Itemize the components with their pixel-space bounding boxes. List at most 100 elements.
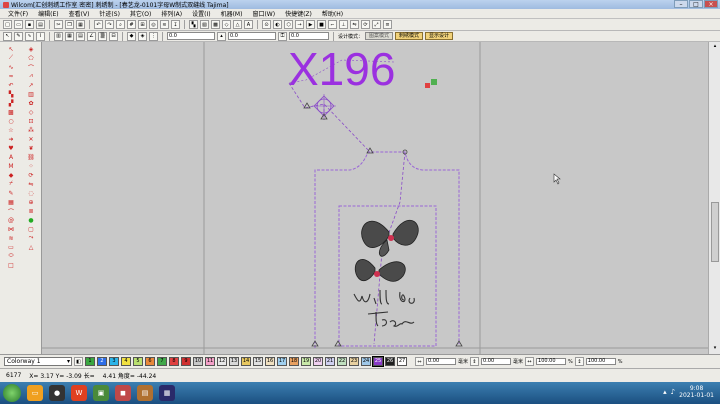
pencil-icon[interactable]: ✎ [14, 31, 23, 41]
cut-icon[interactable]: ✂ [54, 20, 63, 29]
undo-icon[interactable]: ↶ [94, 20, 103, 29]
new-file-icon[interactable]: □ [3, 20, 12, 29]
rotation-field[interactable]: 0.0 [289, 32, 329, 40]
text-tool-icon[interactable]: A [5, 153, 17, 161]
spin-up-icon[interactable]: ▴ [217, 31, 226, 41]
weave-tool-icon[interactable]: ⋈ [5, 225, 17, 233]
applique-icon[interactable]: △ [233, 20, 242, 29]
scale-icon[interactable]: ⤢ [372, 20, 381, 29]
butterfly-bottom[interactable] [354, 259, 406, 282]
color-swatch-12[interactable]: 12 [217, 357, 227, 366]
offset-x-icon[interactable]: ⇔ [415, 357, 424, 366]
border-tool-icon[interactable]: ▭ [5, 243, 17, 251]
backstitch-tool-icon[interactable]: ↶ [5, 81, 17, 89]
tatami-icon[interactable]: ▩ [211, 20, 220, 29]
menu-other[interactable]: 其它(O) [130, 9, 151, 18]
star-tool-icon[interactable]: ☆ [5, 126, 17, 134]
measure-icon[interactable]: ⊞ [138, 20, 147, 29]
complex-fill-tool-icon[interactable]: ▩ [5, 108, 17, 116]
scale-x-icon[interactable]: ↔ [525, 357, 535, 366]
paste-icon[interactable]: ▦ [76, 20, 85, 29]
menu-file[interactable]: 文件(F) [8, 9, 28, 18]
scroll-down-icon[interactable]: ▾ [711, 345, 719, 353]
color-swatch-5[interactable]: 5 [133, 357, 143, 366]
stitch-angle-icon[interactable]: ∠ [87, 31, 96, 41]
frame-tool-icon[interactable]: ▢ [25, 225, 37, 233]
chain-tool-icon[interactable]: ⛓ [25, 153, 37, 161]
menu-machine[interactable]: 机器(M) [221, 9, 243, 18]
feather-tool-icon[interactable]: ❦ [25, 144, 37, 152]
menu-view[interactable]: 查看(V) [69, 9, 90, 18]
rotate-icon[interactable]: ⟳ [361, 20, 370, 29]
offset-y-icon[interactable]: ⇕ [470, 357, 480, 366]
color-swatch-18[interactable]: 18 [289, 357, 299, 366]
color-swatch-9[interactable]: 9 [181, 357, 191, 366]
cross-tool-icon[interactable]: ✕ [25, 135, 37, 143]
color-swatch-1[interactable]: 1 [85, 357, 95, 366]
monogram-tool-icon[interactable]: M [5, 162, 17, 170]
lettering-handle-red[interactable] [425, 83, 430, 88]
colorway-select[interactable]: Colorway 1 [4, 357, 72, 366]
stop-icon[interactable]: ■ [317, 20, 326, 29]
wave-tool-icon[interactable]: ≋ [5, 234, 17, 242]
circle-tool-icon[interactable]: ○ [5, 117, 17, 125]
lettering-handle[interactable] [431, 79, 437, 85]
merge-tool-icon[interactable]: ⊕ [25, 198, 37, 206]
knife-tool-icon[interactable]: ⌿ [5, 180, 17, 188]
print-icon[interactable]: ▤ [36, 20, 45, 29]
layer-tool-icon[interactable]: ≣ [25, 207, 37, 215]
menu-shortcuts[interactable]: 快捷键(Z) [285, 9, 312, 18]
scroll-up-icon[interactable]: ▴ [711, 43, 719, 51]
color-swatch-14[interactable]: 14 [241, 357, 251, 366]
color-select-icon[interactable]: ◐ [273, 20, 282, 29]
needle-icon[interactable]: ↧ [171, 20, 180, 29]
reshape-icon[interactable]: ◈ [138, 31, 147, 41]
color-swatch-15[interactable]: 15 [253, 357, 263, 366]
lock-ratio-icon[interactable]: ⚿ [278, 31, 287, 41]
design-lettering[interactable]: X196 [288, 43, 395, 95]
redo-icon[interactable]: ↷ [105, 20, 114, 29]
color-swatch-24[interactable]: 24 [361, 357, 371, 366]
save-icon[interactable]: ▪ [25, 20, 34, 29]
color-swatch-4[interactable]: 4 [121, 357, 131, 366]
break-icon[interactable]: ⋮ [149, 31, 158, 41]
outline-icon[interactable]: ◇ [222, 20, 231, 29]
color-swatch-16[interactable]: 16 [265, 357, 275, 366]
pattern-mode-button[interactable]: 图案模式 [365, 32, 394, 40]
show-design-button[interactable]: 显示设计 [425, 32, 454, 40]
line-style-icon[interactable]: ⌇ [36, 31, 45, 41]
node-edit-icon[interactable]: ◆ [127, 31, 136, 41]
offset-tool-icon[interactable]: ⊡ [25, 117, 37, 125]
hoop-icon[interactable]: ◎ [149, 20, 158, 29]
color-swatch-2[interactable]: 2 [97, 357, 107, 366]
trim-icon[interactable]: ⌐ [328, 20, 337, 29]
fill-style-icon[interactable]: ▦ [65, 31, 74, 41]
fill-icon[interactable]: ▧ [200, 20, 209, 29]
green-dot-tool-icon[interactable]: ● [25, 216, 37, 224]
mirror-tool-icon[interactable]: ⇋ [25, 180, 37, 188]
pattern-tool-icon[interactable]: ⁂ [25, 126, 37, 134]
open-folder-icon[interactable]: ▭ [14, 20, 23, 29]
lettering-icon[interactable]: A [244, 20, 253, 29]
trace-tool-icon[interactable]: ✎ [5, 189, 17, 197]
spiral-tool-icon[interactable]: @ [5, 216, 17, 224]
color-swatch-6[interactable]: 6 [145, 357, 155, 366]
color-swatch-20[interactable]: 20 [313, 357, 323, 366]
menu-edit[interactable]: 编辑(E) [38, 9, 58, 18]
color-swatch-23[interactable]: 23 [349, 357, 359, 366]
scale-x-field[interactable]: 100.00 [536, 358, 567, 365]
qq-icon[interactable]: ● [49, 385, 65, 401]
volume-icon[interactable]: ♪ [671, 388, 675, 396]
shape-tool-icon[interactable]: ⬠ [25, 54, 37, 62]
scroll-thumb[interactable] [711, 202, 719, 262]
vertical-scrollbar[interactable]: ▴ ▾ [708, 42, 720, 354]
motif-tool-icon[interactable]: ✿ [25, 99, 37, 107]
color-swatch-8[interactable]: 8 [169, 357, 179, 366]
reshape-tool-icon[interactable]: ◈ [25, 45, 37, 53]
column-a-tool-icon[interactable]: ▚ [5, 90, 17, 98]
start-button-icon[interactable] [3, 384, 21, 402]
color-swatch-27[interactable]: 27 [397, 357, 407, 366]
maximize-button[interactable]: □ [689, 0, 703, 8]
3d-view-icon[interactable]: ⬡ [284, 20, 293, 29]
curve-tool-icon[interactable]: ⌒ [25, 63, 37, 72]
